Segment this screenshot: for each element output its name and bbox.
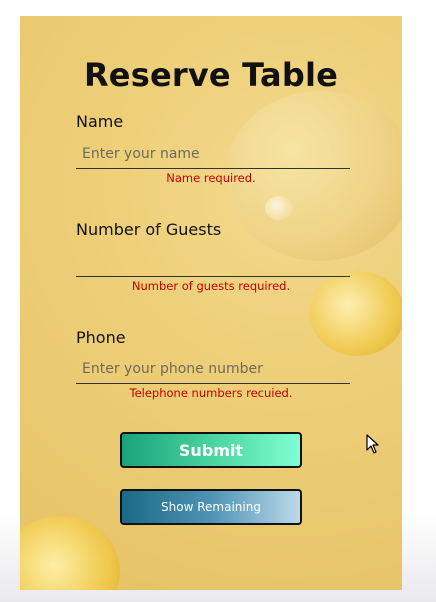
background-bubble (20, 516, 120, 590)
phone-label: Phone (76, 328, 126, 347)
submit-button[interactable]: Submit (120, 432, 302, 468)
reservation-panel: Reserve Table Name Name required. Number… (20, 16, 402, 590)
phone-input[interactable] (76, 355, 350, 384)
guests-error: Number of guests required. (131, 279, 291, 293)
mouse-pointer-icon (366, 434, 379, 454)
name-label: Name (76, 112, 124, 131)
background-highlight (265, 196, 293, 220)
show-remaining-button[interactable]: Show Remaining (120, 489, 302, 525)
page-title: Reserve Table (83, 56, 339, 94)
name-input[interactable] (76, 140, 350, 169)
guests-input[interactable] (76, 248, 350, 277)
phone-error: Telephone numbers recuied. (129, 386, 293, 400)
screen: Reserve Table Name Name required. Number… (0, 0, 436, 602)
name-error: Name required. (166, 171, 256, 185)
guests-label: Number of Guests (76, 220, 222, 239)
